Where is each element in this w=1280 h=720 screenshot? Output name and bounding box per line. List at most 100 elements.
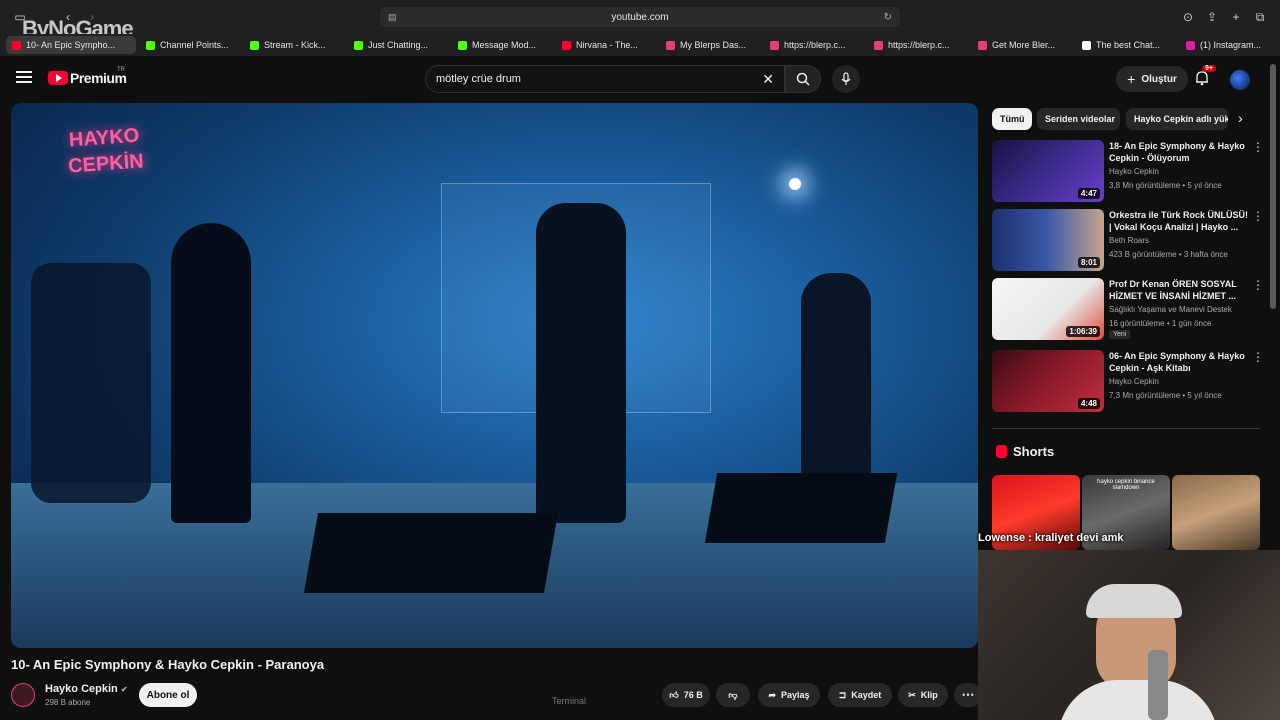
tab-label: Channel Points...: [160, 40, 229, 50]
bell-icon: [1196, 71, 1208, 86]
overlay-logo-line2: CEPKİN: [67, 150, 145, 178]
rec-title[interactable]: 18- An Epic Symphony & Hayko Cepkin - Öl…: [1109, 140, 1249, 164]
recommendation-item[interactable]: 4:48 06- An Epic Symphony & Hayko Cepkin…: [992, 350, 1264, 414]
duration-badge: 8:01: [1077, 257, 1100, 268]
chip-all[interactable]: Tümü: [992, 108, 1032, 130]
video-player[interactable]: HAYKO CEPKİN: [11, 103, 978, 648]
singer-silhouette: [171, 223, 251, 523]
url-text: youtube.com: [611, 11, 669, 23]
tab-favicon-icon: [458, 40, 467, 50]
share-button[interactable]: ➦ Paylaş: [758, 683, 820, 707]
rec-title[interactable]: 06- An Epic Symphony & Hayko Cepkin - Aş…: [1109, 350, 1249, 374]
new-tab-icon[interactable]: +: [1228, 9, 1244, 25]
rec-title[interactable]: Orkestra ile Türk Rock ÜNLÜSÜ! | Vokal K…: [1109, 209, 1249, 233]
channel-avatar[interactable]: [11, 683, 35, 707]
orchestra-silhouette: [31, 263, 151, 503]
chevron-right-icon[interactable]: ›: [1238, 110, 1243, 126]
stage-monitor-right: [704, 473, 898, 543]
voice-search-button[interactable]: [832, 65, 860, 93]
browser-tab[interactable]: Stream - Kick...: [244, 36, 344, 54]
streamer-cap: [1086, 584, 1182, 618]
chip-channel[interactable]: Hayko Cepkin adlı yük: [1126, 108, 1228, 130]
rec-title[interactable]: Prof Dr Kenan ÖREN SOSYAL HİZMET VE İNSA…: [1109, 278, 1249, 302]
dislike-button[interactable]: 👎︎: [716, 683, 750, 707]
search-icon: [796, 72, 810, 86]
browser-tab[interactable]: Channel Points...: [140, 36, 240, 54]
subscribe-button[interactable]: Abone ol: [139, 683, 197, 707]
like-button[interactable]: 👍︎ 76 B: [662, 683, 710, 707]
tab-favicon-icon: [250, 40, 259, 50]
browser-tab[interactable]: Get More Bler...: [972, 36, 1072, 54]
browser-tab[interactable]: My Blerps Das...: [660, 36, 760, 54]
browser-tab[interactable]: https://blerp.c...: [764, 36, 864, 54]
rec-meta: 3,8 Mn görüntüleme • 5 yıl önce: [1109, 181, 1222, 190]
video-thumbnail[interactable]: 4:48: [992, 350, 1104, 412]
stage-light: [789, 178, 801, 190]
tab-favicon-icon: [666, 40, 675, 50]
short-overlay-text: hayko cepkin binance slamdown: [1097, 479, 1155, 491]
tab-favicon-icon: [12, 40, 21, 50]
rec-channel[interactable]: Beth Roars: [1109, 236, 1149, 245]
bookmark-icon: ⊐: [838, 689, 847, 700]
browser-tab[interactable]: Nirvana - The...: [556, 36, 656, 54]
thumbs-up-icon: 👍︎: [669, 689, 679, 700]
tab-label: Message Mod...: [472, 40, 537, 50]
tab-label: Just Chatting...: [368, 40, 429, 50]
verified-icon: ✔: [120, 685, 128, 694]
channel-name-text: Hayko Cepkin: [45, 683, 118, 695]
menu-icon[interactable]: [16, 71, 32, 83]
tab-label: https://blerp.c...: [784, 40, 846, 50]
more-vert-icon[interactable]: ⋮: [1252, 350, 1264, 364]
browser-tab[interactable]: Just Chatting...: [348, 36, 448, 54]
browser-tab[interactable]: (1) Instagram...: [1180, 36, 1280, 54]
shorts-icon: [996, 445, 1007, 458]
save-button[interactable]: ⊐ Kaydet: [828, 683, 892, 707]
video-thumbnail[interactable]: 4:47: [992, 140, 1104, 202]
create-button[interactable]: + Oluştur: [1116, 66, 1188, 92]
recommendation-item[interactable]: 8:01 Orkestra ile Türk Rock ÜNLÜSÜ! | Vo…: [992, 209, 1264, 273]
browser-tab[interactable]: The best Chat...: [1076, 36, 1176, 54]
sidebar-divider: [992, 428, 1260, 429]
more-icon: ⋯: [961, 687, 975, 702]
tab-favicon-icon: [562, 40, 571, 50]
stage-monitor: [303, 513, 559, 593]
reader-icon[interactable]: ▤: [388, 12, 397, 23]
video-thumbnail[interactable]: 8:01: [992, 209, 1104, 271]
channel-name[interactable]: Hayko Cepkin ✔: [45, 683, 128, 695]
address-bar[interactable]: ▤ youtube.com ↻: [380, 7, 900, 27]
tab-label: The best Chat...: [1096, 40, 1161, 50]
reload-icon[interactable]: ↻: [884, 12, 892, 23]
tab-label: Get More Bler...: [992, 40, 1056, 50]
page-scrollbar[interactable]: [1270, 64, 1276, 309]
microphone: [1148, 650, 1168, 720]
clear-search-icon[interactable]: ✕: [762, 71, 774, 88]
clip-button[interactable]: ✂ Klip: [898, 683, 948, 707]
rec-channel[interactable]: Sağlıklı Yaşama ve Manevi Destek: [1109, 305, 1232, 314]
rec-channel[interactable]: Hayko Cepkin: [1109, 167, 1159, 176]
rec-meta: 7,3 Mn görüntüleme • 5 yıl önce: [1109, 391, 1222, 400]
chip-series[interactable]: Seriden videolar: [1037, 108, 1120, 130]
browser-tab[interactable]: 10- An Epic Sympho...: [6, 36, 136, 54]
short-thumbnail[interactable]: [1172, 475, 1260, 550]
search-input[interactable]: mötley crüe drum ✕: [425, 65, 785, 93]
more-vert-icon[interactable]: ⋮: [1252, 140, 1264, 154]
notifications-button[interactable]: 9+: [1194, 65, 1216, 86]
tab-favicon-icon: [770, 40, 779, 50]
search-button[interactable]: [785, 65, 821, 93]
account-avatar[interactable]: [1230, 70, 1250, 90]
recommendation-item[interactable]: 1:06:39 Prof Dr Kenan ÖREN SOSYAL HİZMET…: [992, 278, 1264, 348]
tab-overview-icon[interactable]: ⧉: [1252, 9, 1268, 25]
video-thumbnail[interactable]: 1:06:39: [992, 278, 1104, 340]
download-icon[interactable]: ⊙: [1180, 9, 1196, 25]
browser-tab[interactable]: https://blerp.c...: [868, 36, 968, 54]
tab-favicon-icon: [978, 40, 987, 50]
more-vert-icon[interactable]: ⋮: [1252, 278, 1264, 292]
video-title: 10- An Epic Symphony & Hayko Cepkin - Pa…: [11, 657, 325, 672]
browser-tab[interactable]: Message Mod...: [452, 36, 552, 54]
more-vert-icon[interactable]: ⋮: [1252, 209, 1264, 223]
plus-icon: +: [1127, 71, 1136, 87]
share-icon[interactable]: ⇪: [1204, 9, 1220, 25]
recommendation-item[interactable]: 4:47 18- An Epic Symphony & Hayko Cepkin…: [992, 140, 1264, 204]
rec-channel[interactable]: Hayko Cepkin: [1109, 377, 1159, 386]
youtube-logo-icon[interactable]: [48, 71, 68, 85]
